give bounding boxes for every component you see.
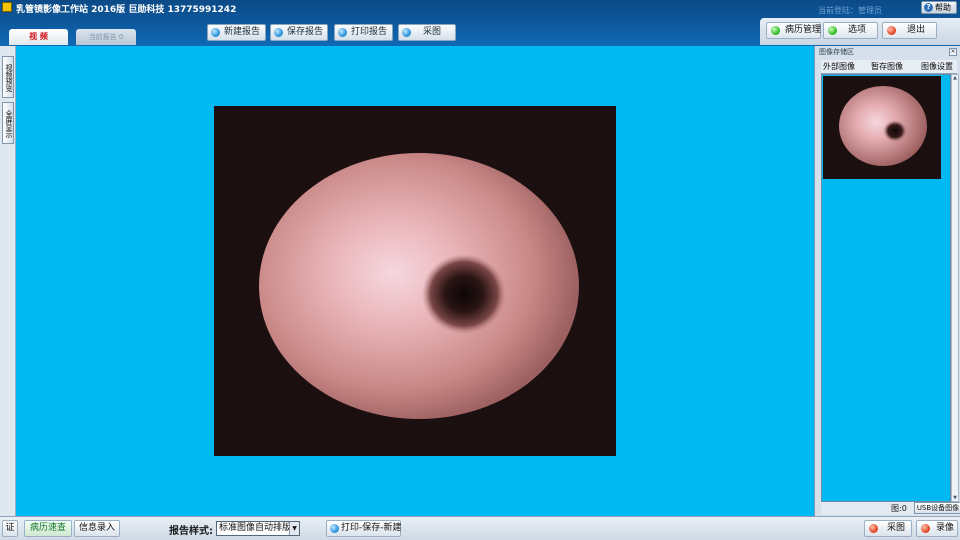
- image-thumbnail[interactable]: [823, 76, 941, 179]
- print-report-button[interactable]: 打印报告: [334, 24, 393, 41]
- help-label: 帮助: [935, 3, 951, 12]
- endoscope-image: [214, 106, 616, 456]
- print-save-new-icon: [330, 524, 339, 533]
- title-bar: 乳管镜影像工作站 2016版 巨勋科技 13775991242 当前登陆：管理员…: [0, 0, 960, 46]
- red-led-icon: [869, 524, 878, 533]
- report-style-label: 报告样式:: [169, 526, 213, 537]
- print-save-new-button[interactable]: 打印-保存-新建: [326, 520, 402, 537]
- image-count: 图:0: [891, 504, 907, 513]
- capture-icon: [402, 28, 411, 37]
- record-lookup-button[interactable]: 病历速查: [24, 520, 72, 537]
- options-button[interactable]: 选项: [823, 22, 878, 39]
- save-report-button[interactable]: 保存报告: [270, 24, 328, 41]
- endoscope-video-frame[interactable]: [214, 106, 616, 456]
- chevron-down-icon[interactable]: ▼: [289, 522, 299, 535]
- tab-temp-images[interactable]: 暂存图像: [871, 61, 903, 73]
- image-thumbnail-list: [821, 74, 951, 502]
- exit-button[interactable]: 退出: [882, 22, 937, 39]
- panel-scrollbar[interactable]: ▲ ▼: [951, 74, 959, 502]
- exit-label: 退出: [907, 25, 926, 35]
- fullscreen-tab[interactable]: 全屏显示: [2, 102, 14, 144]
- tab-video[interactable]: 视 频: [9, 29, 68, 45]
- save-report-icon: [274, 28, 283, 37]
- tab-external-images[interactable]: 外部图像: [823, 61, 855, 73]
- tab-image-settings[interactable]: 图像设置: [921, 61, 953, 73]
- red-led-icon: [921, 524, 930, 533]
- new-report-button[interactable]: 新建报告: [207, 24, 266, 41]
- green-led-icon: [828, 26, 837, 35]
- bottom-toolbar: 证 病历速查 信息录入 报告样式: 标准图像自动排版 ▼ 打印-保存-新建 采图…: [0, 516, 960, 540]
- options-label: 选项: [848, 25, 867, 35]
- red-led-icon: [887, 26, 896, 35]
- usb-device-image-button[interactable]: USB设备图像: [914, 502, 960, 514]
- tab-current-report[interactable]: 当前报告 0: [76, 29, 136, 45]
- info-entry-button[interactable]: 信息录入: [74, 520, 120, 537]
- help-button[interactable]: ? 帮助: [921, 1, 957, 14]
- panel-title: 图像存储区: [819, 48, 854, 56]
- save-report-label: 保存报告: [287, 27, 324, 37]
- video-preview-tab[interactable]: 视频预览: [2, 56, 14, 98]
- print-report-label: 打印报告: [351, 27, 388, 37]
- capture-button-bottom[interactable]: 采图: [864, 520, 912, 537]
- records-management-button[interactable]: 病历管理: [766, 22, 821, 39]
- video-area: [16, 46, 814, 516]
- login-info: 当前登陆：管理员: [818, 6, 882, 15]
- panel-tabs: 外部图像 暂存图像 图像设置: [821, 60, 957, 74]
- record-video-label: 录像: [935, 523, 954, 533]
- green-led-icon: [771, 26, 780, 35]
- capture-label: 采图: [423, 27, 442, 37]
- print-save-new-label: 打印-保存-新建: [341, 523, 402, 533]
- app-icon: [2, 2, 12, 12]
- scroll-down-icon[interactable]: ▼: [952, 495, 958, 501]
- new-report-icon: [211, 28, 220, 37]
- left-strip: 视频预览 全屏显示: [0, 46, 16, 516]
- image-storage-panel: 图像存储区 × 外部图像 暂存图像 图像设置 ▲ ▼ 图:0 USB设备图像: [814, 46, 960, 516]
- capture-button-top[interactable]: 采图: [398, 24, 456, 41]
- scroll-up-icon[interactable]: ▲: [952, 75, 958, 81]
- print-report-icon: [338, 28, 347, 37]
- record-video-button[interactable]: 录像: [916, 520, 958, 537]
- new-report-label: 新建报告: [224, 27, 261, 37]
- panel-status-bar: 图:0 USB设备图像: [821, 502, 960, 515]
- records-label: 病历管理: [785, 25, 822, 35]
- capture-bottom-label: 采图: [886, 523, 905, 533]
- question-icon: ?: [924, 3, 933, 12]
- thumbnail-image: [823, 76, 941, 179]
- close-icon[interactable]: ×: [949, 48, 957, 56]
- report-style-value: 标准图像自动排版: [219, 523, 292, 533]
- report-style-select[interactable]: 标准图像自动排版 ▼: [216, 521, 300, 536]
- certificate-button[interactable]: 证: [2, 520, 18, 537]
- app-title: 乳管镜影像工作站 2016版 巨勋科技 13775991242: [16, 5, 237, 15]
